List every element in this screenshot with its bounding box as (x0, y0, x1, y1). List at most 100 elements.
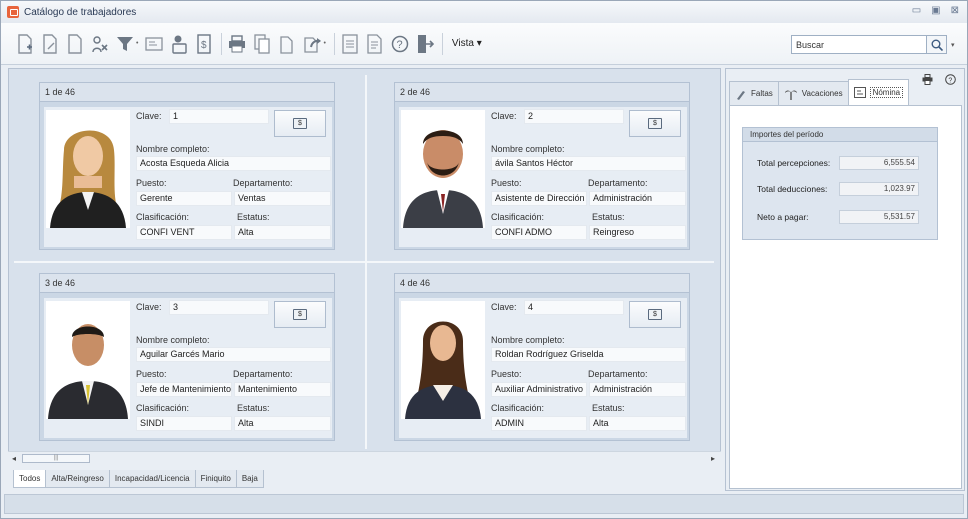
brush-icon (737, 90, 745, 100)
toolbar-separator (441, 32, 443, 55)
blank-icon[interactable] (65, 32, 85, 56)
departamento-label: Departamento: (233, 369, 293, 379)
scroll-right-icon[interactable]: ▸ (711, 454, 715, 463)
employee-card[interactable]: 2 de 46 Clave: 2 $ Nombre completo: ávil… (394, 82, 690, 250)
document-icon[interactable] (277, 32, 297, 56)
payroll-icon[interactable]: $ (194, 32, 214, 56)
minimize-button[interactable]: ▭ (912, 5, 921, 16)
nombre-field: Roldan Rodríguez Griselda (491, 347, 686, 362)
copy-icon[interactable] (252, 32, 272, 56)
payroll-button[interactable]: $ (629, 110, 681, 137)
employee-photo (401, 301, 485, 419)
toolbar-separator (221, 32, 223, 55)
help-icon[interactable]: ? (945, 74, 956, 85)
edit-icon[interactable] (40, 32, 60, 56)
tab-incapacidad-licencia[interactable]: Incapacidad/Licencia (108, 470, 196, 488)
refresh-icon[interactable] (302, 32, 322, 56)
departamento-field: Ventas (234, 191, 331, 206)
tab-finiquito[interactable]: Finiquito (194, 470, 237, 488)
export-icon[interactable] (340, 32, 360, 56)
delete-icon[interactable] (90, 32, 110, 56)
card-body: Clave: 1 $ Nombre completo: Acosta Esque… (44, 107, 332, 247)
nombre-label: Nombre completo: (491, 335, 565, 345)
filter-tabs: Todos Alta/Reingreso Incapacidad/Licenci… (13, 470, 264, 488)
print-icon[interactable] (227, 32, 247, 56)
departamento-label: Departamento: (588, 369, 648, 379)
card-body: Clave: 4 $ Nombre completo: Roldan Rodrí… (399, 298, 687, 438)
clasificacion-field: ADMIN (491, 416, 587, 431)
tab-vacaciones[interactable]: Vacaciones (777, 81, 849, 105)
print-icon[interactable] (922, 74, 933, 85)
departamento-field: Administración (589, 382, 686, 397)
refresh-dropdown-icon[interactable]: • (323, 40, 325, 47)
user-search-icon[interactable] (169, 32, 189, 56)
employee-photo (46, 110, 130, 228)
payroll-button[interactable]: $ (629, 301, 681, 328)
clave-label: Clave: (491, 302, 517, 312)
payroll-icon: $ (648, 118, 662, 129)
nombre-label: Nombre completo: (136, 144, 210, 154)
puesto-label: Puesto: (491, 369, 522, 379)
close-button[interactable]: ⊠ (951, 5, 959, 16)
clave-label: Clave: (136, 111, 162, 121)
payroll-button[interactable]: $ (274, 301, 326, 328)
list-icon[interactable] (365, 32, 385, 56)
tab-nomina[interactable]: Nómina (847, 79, 910, 105)
clave-field: 2 (524, 109, 624, 124)
employee-card[interactable]: 4 de 46 Clave: 4 $ Nombre completo: Rold… (394, 273, 690, 441)
nombre-label: Nombre completo: (491, 144, 565, 154)
nombre-field: Aguilar Garcés Mario (136, 347, 331, 362)
nomina-content: Importes del período Total percepciones:… (729, 105, 962, 489)
card-header: 2 de 46 (395, 83, 689, 102)
puesto-label: Puesto: (136, 178, 167, 188)
search-icon (931, 39, 943, 51)
payroll-icon (853, 87, 866, 98)
puesto-field: Asistente de Dirección (491, 191, 587, 206)
clave-label: Clave: (136, 302, 162, 312)
search-button[interactable] (927, 35, 947, 54)
payroll-button[interactable]: $ (274, 110, 326, 137)
new-icon[interactable] (15, 32, 35, 56)
estatus-field: Alta (234, 225, 331, 240)
vista-menu[interactable]: Vista ▾ (452, 38, 482, 49)
tab-todos[interactable]: Todos (13, 470, 47, 488)
employee-card[interactable]: 3 de 46 Clave: 3 $ Nombre completo: Agui… (39, 273, 335, 441)
clave-field: 4 (524, 300, 624, 315)
clave-field: 1 (169, 109, 269, 124)
maximize-button[interactable]: ▣ (931, 5, 940, 16)
title-bar: Catálogo de trabajadores ▭ ▣ ⊠ (1, 1, 967, 23)
puesto-field: Jefe de Mantenimiento (136, 382, 232, 397)
tab-alta-reingreso[interactable]: Alta/Reingreso (45, 470, 110, 488)
neto-a-pagar-field: 5,531.57 (839, 210, 919, 224)
total-percepciones-field: 6,555.54 (839, 156, 919, 170)
clasificacion-label: Clasificación: (136, 403, 190, 413)
filter-icon[interactable] (115, 32, 135, 56)
search-input[interactable]: Buscar (791, 35, 927, 54)
departamento-field: Mantenimiento (234, 382, 331, 397)
status-bar (4, 494, 964, 514)
payroll-icon: $ (648, 309, 662, 320)
clave-field: 3 (169, 300, 269, 315)
payroll-icon: $ (293, 118, 307, 129)
divider (365, 75, 367, 449)
search-dropdown-icon[interactable]: ▾ (951, 41, 955, 49)
card-header: 4 de 46 (395, 274, 689, 293)
puesto-label: Puesto: (491, 178, 522, 188)
tab-faltas[interactable]: Faltas (729, 81, 779, 105)
employee-card[interactable]: 1 de 46 Clave: 1 $ Nombre completo: Acos… (39, 82, 335, 250)
toolbar: • $ • ? Vista ▾ Buscar ▾ (1, 23, 967, 65)
help-icon[interactable]: ? (390, 32, 410, 56)
total-deducciones-label: Total deducciones: (757, 184, 828, 194)
report-icon[interactable] (144, 32, 164, 56)
tab-baja[interactable]: Baja (235, 470, 264, 488)
exit-icon[interactable] (415, 32, 435, 56)
estatus-field: Alta (234, 416, 331, 431)
scroll-left-icon[interactable]: ◂ (12, 454, 16, 463)
card-header: 1 de 46 (40, 83, 334, 102)
filter-dropdown-icon[interactable]: • (136, 40, 138, 47)
scroll-thumb[interactable]: ||| (22, 454, 90, 463)
card-body: Clave: 2 $ Nombre completo: ávila Santos… (399, 107, 687, 247)
horizontal-scrollbar[interactable]: ◂ ||| ▸ (8, 451, 721, 465)
clasificacion-field: SINDI (136, 416, 232, 431)
tab-label: Faltas (751, 89, 773, 98)
